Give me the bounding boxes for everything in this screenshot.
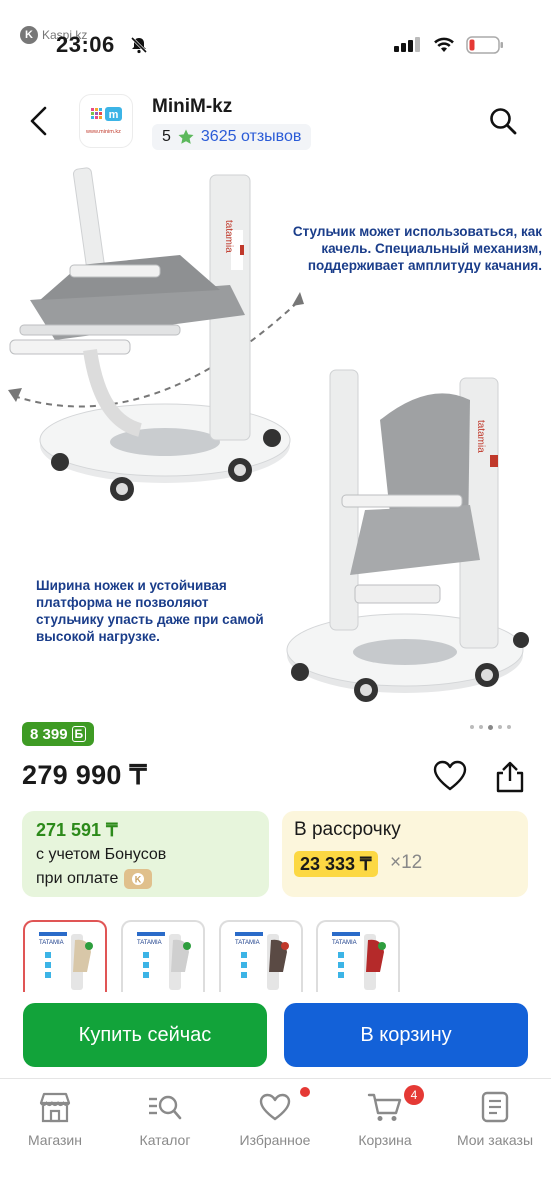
product-price: 279 990 ₸ [22,760,147,790]
bonus-icon: Б [71,726,87,742]
tab-catalog-label: Каталог [139,1132,191,1148]
tab-catalog[interactable]: Каталог [115,1088,215,1148]
variant-image: TATAMIA [235,932,289,990]
hero-caption-swing: Стульчик может использоваться, как качел… [292,224,542,273]
rating-pill[interactable]: 5 3625 отзывов [152,124,312,150]
installment-multiplier: ×12 [390,852,423,873]
svg-text:m: m [109,109,119,121]
chair-illustration-left: tatamia [8,167,304,501]
shop-name[interactable]: MiniM-kz [152,96,232,118]
reviews-link[interactable]: 3625 отзывов [201,128,301,146]
tab-favorites[interactable]: Избранное [225,1088,325,1148]
bonus-price-amount: 271 591 ₸ [36,820,118,840]
variant-thumbnail[interactable]: TATAMIA [121,920,205,992]
tab-orders-label: Мои заказы [456,1132,534,1148]
tab-orders[interactable]: Мои заказы [445,1088,545,1148]
share-icon[interactable] [494,760,526,794]
logo-url: www.minim.kz [86,129,121,135]
svg-text:tatamia: tatamia [475,420,486,453]
cart-icon [367,1093,402,1121]
star-icon [178,129,194,144]
signal-icon [394,37,420,52]
bonus-badge-amount: 8 399 [30,725,68,743]
favorite-heart-icon[interactable] [433,760,467,792]
variant-thumbnail[interactable]: TATAMIA [316,920,400,992]
chair-illustration-right: tatamia [286,369,529,702]
variant-image: TATAMIA [332,932,386,990]
tab-favorites-label: Избранное [239,1132,311,1148]
battery-low-icon [466,36,503,54]
kaspi-pay-icon: K [124,869,153,889]
cart-count-badge: 4 [404,1085,424,1105]
svg-text:K: K [135,875,142,885]
variant-thumbnail[interactable]: TATAMIA [23,920,107,992]
variant-thumbnail[interactable]: TATAMIA [219,920,303,992]
favorites-notification-dot [300,1087,310,1097]
variant-image: TATAMIA [39,932,93,990]
hero-caption-stability: Ширина ножек и устойчивая платформа не п… [36,578,264,644]
wifi-icon [434,37,454,52]
tab-shop[interactable]: Магазин [5,1088,105,1148]
rating-value: 5 [162,128,171,145]
buy-now-button[interactable]: Купить сейчас [23,1003,267,1067]
svg-text:TATAMIA: TATAMIA [137,940,162,946]
tab-shop-label: Магазин [27,1132,82,1148]
bonus-price-line2-row: при оплате K [36,869,153,889]
chair-brand-label: tatamia [223,220,234,253]
tab-cart-label: Корзина [358,1132,412,1148]
installment-amount: 23 333 ₸ [294,851,378,877]
bonus-badge: 8 399 Б [22,722,95,746]
catalog-icon [149,1095,182,1120]
heart-icon [259,1093,291,1121]
svg-text:TATAMIA: TATAMIA [332,940,357,946]
search-icon[interactable] [488,106,518,136]
orders-icon [481,1091,509,1123]
bonus-price-line1: с учетом Бонусов [36,846,167,863]
shop-icon [39,1092,71,1123]
status-time: 23:06 [56,32,115,57]
back-arrow-icon[interactable] [26,104,52,138]
image-pagination [470,724,511,730]
variant-image: TATAMIA [137,932,191,990]
installment-title: В рассрочку [294,819,401,840]
add-to-cart-button[interactable]: В корзину [284,1003,528,1067]
bonus-price-line2: при оплате [36,870,119,887]
svg-text:TATAMIA: TATAMIA [235,940,260,946]
mute-bell-icon [130,36,148,54]
svg-text:TATAMIA: TATAMIA [39,940,64,946]
shop-logo[interactable]: m www.minim.kz [79,94,133,148]
kaspi-logo-icon: K [20,26,38,44]
